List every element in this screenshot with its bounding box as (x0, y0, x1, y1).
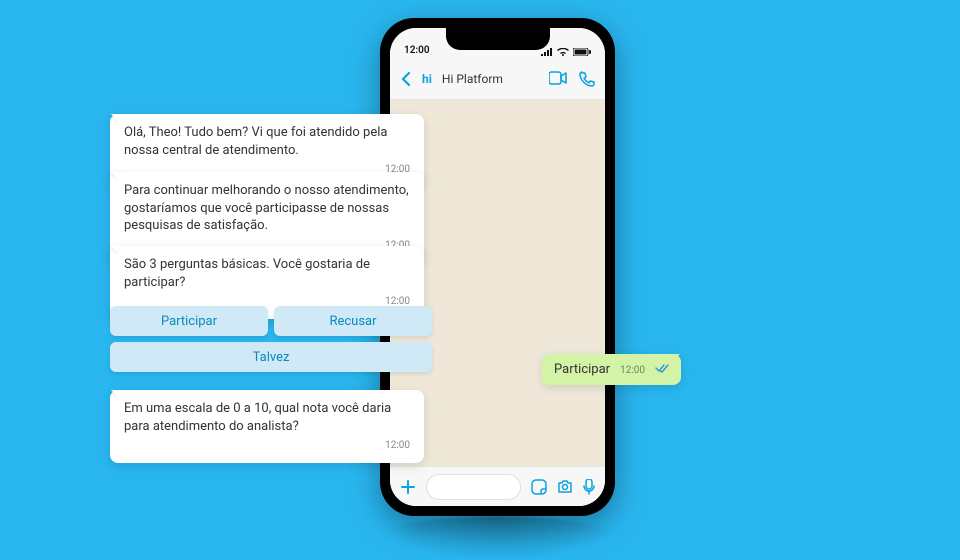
voice-call-icon[interactable] (579, 71, 595, 87)
status-time: 12:00 (404, 45, 430, 56)
chat-header: hi Hi Platform (390, 58, 605, 100)
message-text: São 3 perguntas básicas. Você gostaria d… (124, 256, 410, 291)
phone-reflection (380, 516, 615, 560)
battery-icon (573, 48, 591, 56)
option-participar[interactable]: Participar (110, 306, 268, 336)
quick-reply-options: Participar Recusar Talvez (110, 306, 432, 372)
option-talvez[interactable]: Talvez (110, 342, 432, 372)
header-title: Hi Platform (442, 72, 539, 86)
video-call-icon[interactable] (549, 71, 567, 87)
reply-time: 12:00 (620, 365, 645, 376)
message-input[interactable] (426, 474, 521, 500)
read-receipt-icon (655, 364, 669, 373)
wifi-icon (557, 48, 569, 56)
incoming-message-4: Em uma escala de 0 a 10, qual nota você … (110, 390, 424, 463)
message-text: Para continuar melhorando o nosso atendi… (124, 182, 410, 235)
status-icons (541, 48, 591, 56)
message-time: 12:00 (124, 439, 410, 453)
reply-text: Participar (554, 362, 610, 377)
mic-icon[interactable] (583, 479, 595, 495)
outgoing-message: Participar 12:00 (542, 354, 681, 385)
header-actions (549, 71, 595, 87)
message-text: Olá, Theo! Tudo bem? Vi que foi atendido… (124, 124, 410, 159)
back-icon[interactable] (400, 71, 412, 87)
option-recusar[interactable]: Recusar (274, 306, 432, 336)
message-text: Em uma escala de 0 a 10, qual nota você … (124, 400, 410, 435)
add-icon[interactable] (400, 479, 416, 495)
phone-notch (446, 28, 550, 50)
camera-icon[interactable] (557, 480, 573, 494)
sticker-icon[interactable] (531, 479, 547, 495)
header-logo: hi (422, 72, 432, 86)
signal-icon (541, 48, 553, 56)
chat-input-bar (390, 466, 605, 506)
